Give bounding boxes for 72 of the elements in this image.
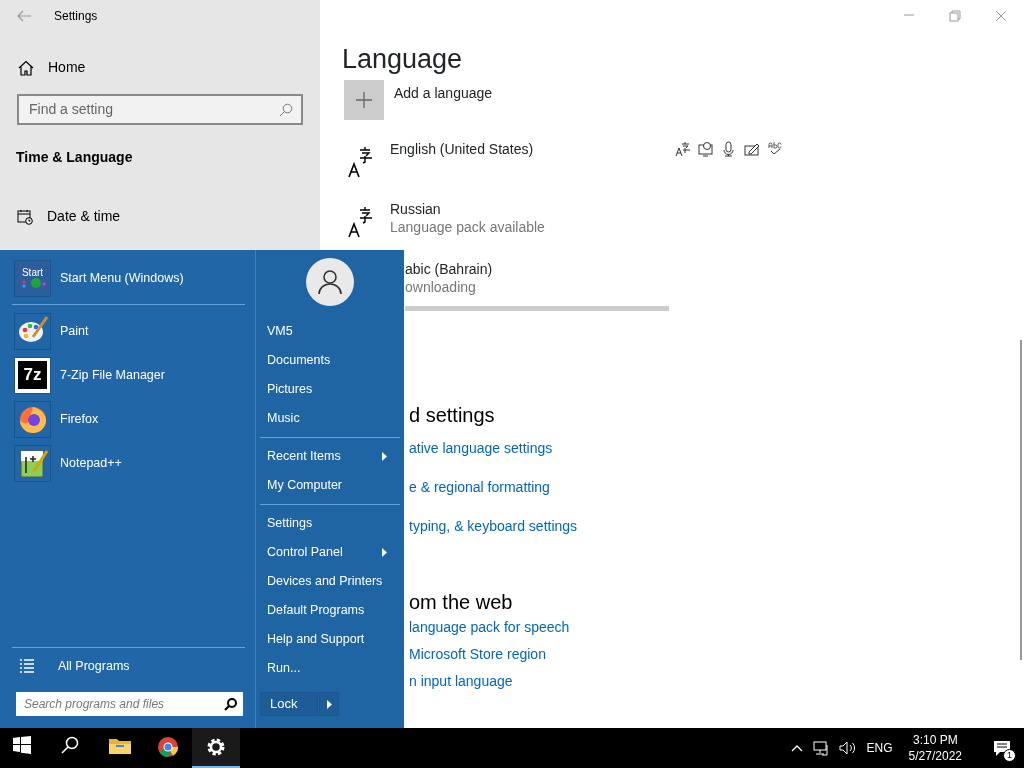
microphone-icon xyxy=(721,141,737,157)
search-input[interactable]: Find a setting xyxy=(27,98,279,121)
notification-count: 1 xyxy=(1003,749,1016,762)
menu-item[interactable]: Music xyxy=(260,404,400,433)
scrollbar[interactable] xyxy=(1020,340,1022,660)
lock-button[interactable]: Lock xyxy=(260,692,318,716)
clock[interactable]: 3:10 PM 5/27/2022 xyxy=(908,732,962,764)
power-options-button[interactable] xyxy=(319,692,339,716)
search-field[interactable]: Search programs and files xyxy=(16,692,243,716)
home-icon[interactable] xyxy=(18,59,34,76)
language-pack-icon xyxy=(675,141,691,157)
menu-item[interactable]: Pictures xyxy=(260,375,400,404)
settings-link[interactable]: ative language settings xyxy=(409,438,553,458)
program-item[interactable]: Notepad++ xyxy=(12,441,245,485)
gear-icon[interactable] xyxy=(205,736,227,758)
calendar-icon xyxy=(17,208,33,225)
menu-item[interactable]: My Computer xyxy=(260,471,400,500)
nav-item[interactable]: Date & time xyxy=(47,206,121,227)
spellcheck-icon xyxy=(767,141,783,157)
language-name[interactable]: Russian xyxy=(390,200,675,218)
home-link[interactable]: Home xyxy=(48,57,86,78)
handwriting-icon xyxy=(744,141,760,157)
program-item[interactable]: Firefox xyxy=(12,397,245,441)
language-status: Language pack available xyxy=(390,218,546,236)
program-item[interactable]: Paint xyxy=(12,309,245,353)
menu-item[interactable]: Run... xyxy=(260,654,400,683)
window-title: Settings xyxy=(54,8,98,25)
menu-item[interactable]: Devices and Printers xyxy=(260,567,400,596)
language-status: ownloading xyxy=(405,278,477,296)
settings-link[interactable]: e & regional formatting xyxy=(409,477,550,497)
app-icon: Start xyxy=(14,259,51,297)
search-icon xyxy=(279,102,293,117)
display-icon xyxy=(698,141,714,157)
section-heading: om the web xyxy=(409,590,513,615)
menu-item[interactable]: Help and Support xyxy=(260,625,400,654)
plus-icon xyxy=(356,92,372,108)
settings-link[interactable]: language pack for speech xyxy=(409,617,570,637)
person-icon xyxy=(317,269,343,295)
add-language-label[interactable]: Add a language xyxy=(394,83,493,120)
app-icon: 7z xyxy=(14,356,51,394)
settings-link[interactable]: typing, & keyboard settings xyxy=(409,516,578,536)
language-name[interactable]: English (United States) xyxy=(390,140,675,158)
language-icon xyxy=(347,206,375,238)
menu-item[interactable]: Settings xyxy=(260,509,400,538)
arrow-icon xyxy=(326,699,332,709)
chevron-up-icon[interactable] xyxy=(790,744,803,752)
menu-item[interactable]: Default Programs xyxy=(260,596,400,625)
language-icon xyxy=(347,146,375,178)
list-icon xyxy=(20,659,34,673)
input-language-indicator[interactable]: ENG xyxy=(866,739,893,757)
menu-item[interactable]: Recent Items xyxy=(260,442,400,471)
page-title: Language xyxy=(342,44,464,74)
chrome-icon[interactable] xyxy=(157,736,179,758)
menu-item[interactable]: Control Panel xyxy=(260,538,400,567)
menu-item[interactable]: VM5 xyxy=(260,317,400,346)
all-programs-item[interactable]: All Programs xyxy=(12,652,245,680)
network-icon[interactable] xyxy=(812,740,829,756)
user-avatar[interactable] xyxy=(306,258,354,306)
language-name[interactable]: abic (Bahrain) xyxy=(405,260,675,278)
section-heading: d settings xyxy=(409,403,495,428)
program-item[interactable]: Start Start Menu (Windows) xyxy=(12,256,245,300)
program-item[interactable]: 7z 7-Zip File Manager xyxy=(12,353,245,397)
settings-link[interactable]: n input language xyxy=(409,671,513,691)
notification-icon[interactable] xyxy=(993,739,1011,757)
section-title: Time & Language xyxy=(16,148,134,167)
taskbar-button[interactable] xyxy=(192,728,240,768)
settings-link[interactable]: Microsoft Store region xyxy=(409,644,546,664)
volume-icon[interactable] xyxy=(838,741,857,755)
menu-item[interactable]: Documents xyxy=(260,346,400,375)
search-icon xyxy=(224,697,237,711)
close-icon[interactable] xyxy=(995,10,1007,22)
search-field[interactable]: Find a setting xyxy=(17,94,303,125)
